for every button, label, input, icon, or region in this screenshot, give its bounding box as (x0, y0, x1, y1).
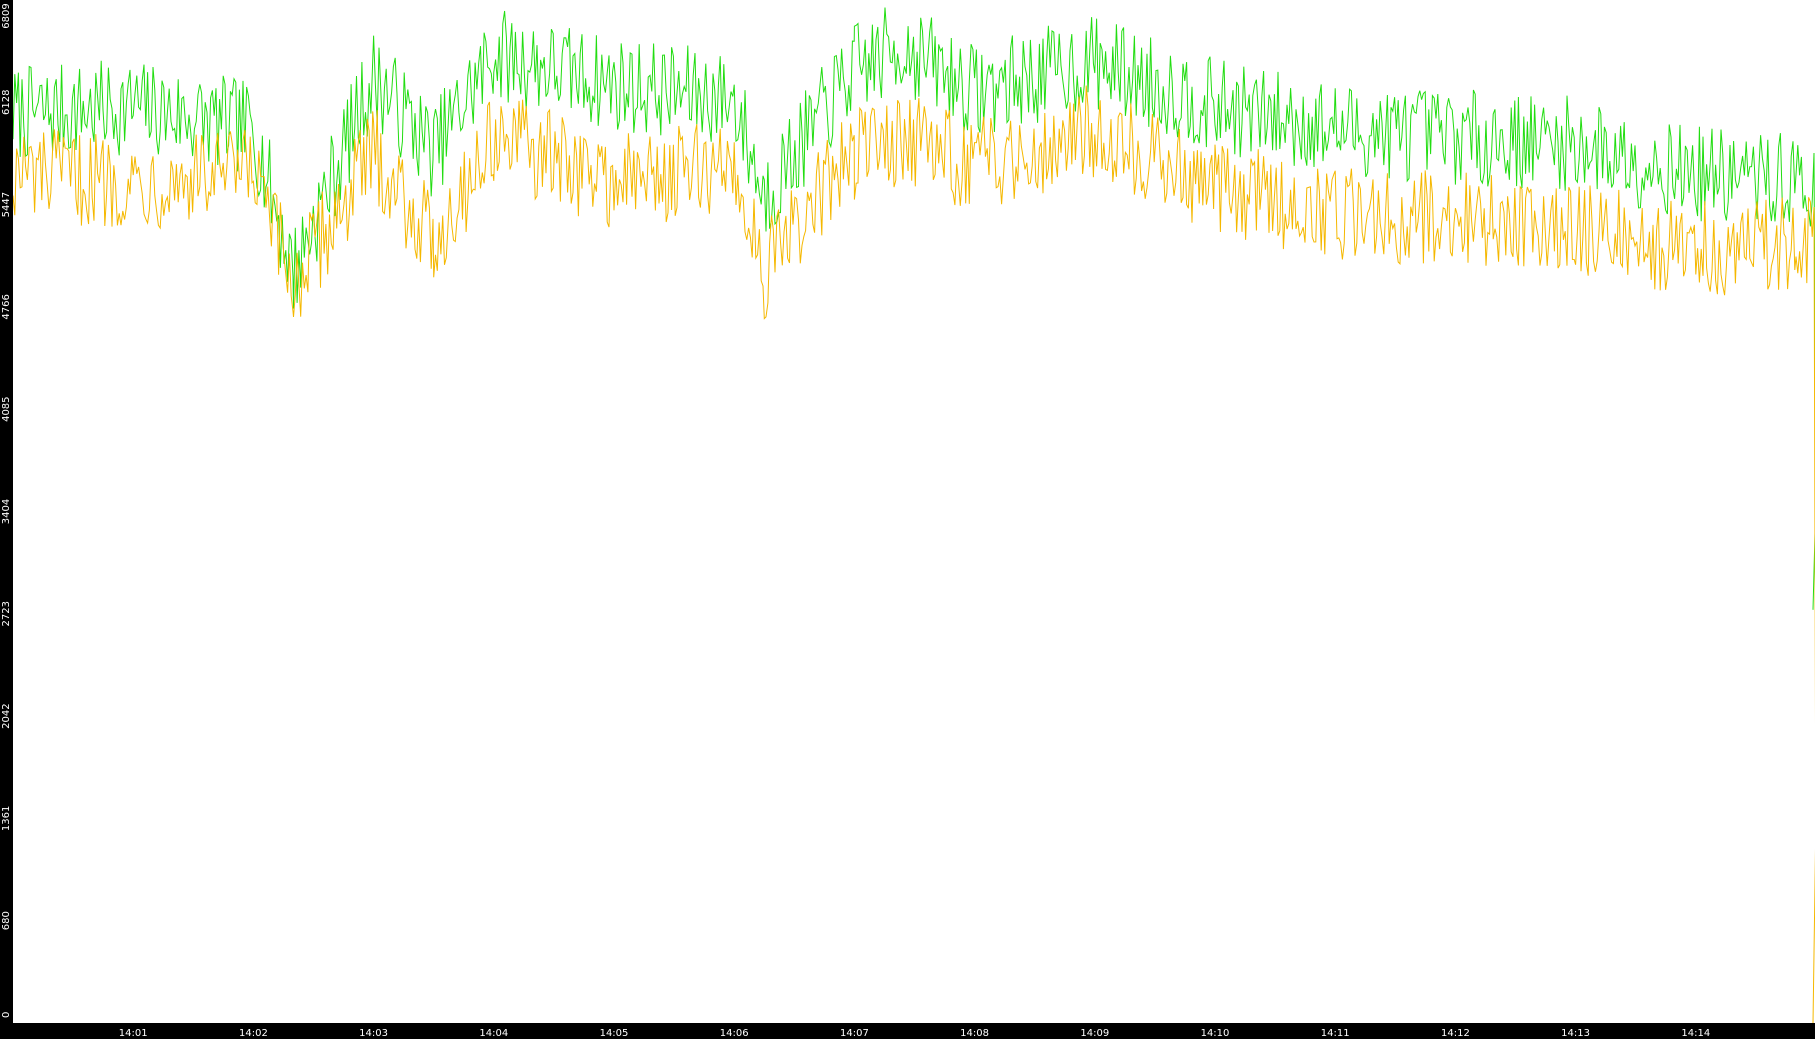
y-tick-label: 2723 (1, 601, 12, 626)
x-tick-label: 14:04 (479, 1028, 508, 1039)
x-tick-label: 14:01 (119, 1028, 148, 1039)
x-tick-label: 14:03 (359, 1028, 388, 1039)
x-tick-label: 14:09 (1080, 1028, 1109, 1039)
chart-container: 0 680 1361 2042 2723 3404 4085 4766 5447 6128 6809… (0, 0, 1815, 1039)
y-tick-label: 680 (1, 911, 12, 930)
x-tick-label: 14:14 (1681, 1028, 1710, 1039)
x-tick-label: 14:02 (239, 1028, 268, 1039)
x-axis-band (0, 1023, 1815, 1039)
x-tick-label: 14:05 (600, 1028, 629, 1039)
y-tick-label: 6128 (1, 90, 12, 115)
y-tick-label: 2042 (1, 703, 12, 728)
x-tick-label: 14:06 (720, 1028, 749, 1039)
x-tick-label: 14:08 (960, 1028, 989, 1039)
y-tick-label: 5447 (1, 192, 12, 217)
x-tick-label: 14:10 (1201, 1028, 1230, 1039)
line-chart: 0 680 1361 2042 2723 3404 4085 4766 5447 6128 6809… (0, 0, 1815, 1039)
y-tick-label: 4085 (1, 396, 12, 421)
y-tick-label: 6809 (1, 3, 12, 28)
x-tick-label: 14:12 (1441, 1028, 1470, 1039)
x-tick-label: 14:11 (1321, 1028, 1350, 1039)
y-tick-label: 4766 (1, 294, 12, 319)
y-tick-label: 3404 (1, 499, 12, 524)
x-tick-label: 14:07 (840, 1028, 869, 1039)
y-tick-label: 1361 (1, 806, 12, 831)
x-tick-label: 14:13 (1561, 1028, 1590, 1039)
y-tick-label: 0 (1, 1012, 12, 1018)
